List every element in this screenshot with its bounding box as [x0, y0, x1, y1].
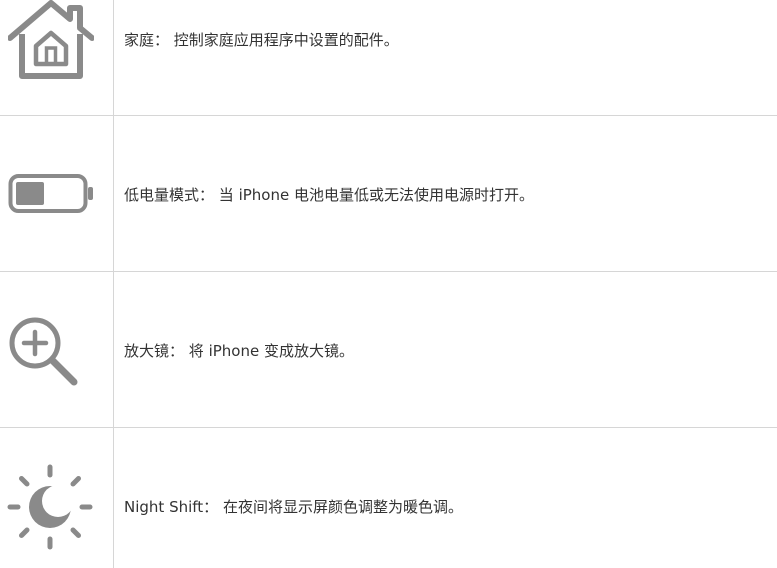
- magnifier-icon: [9, 317, 78, 386]
- term-label: 放大镜：: [124, 342, 185, 360]
- table-row-low-power: 低电量模式： 当 iPhone 电池电量低或无法使用电源时打开。: [0, 116, 777, 272]
- row-text: 放大镜： 将 iPhone 变成放大镜。: [124, 341, 354, 361]
- icon-cell: [0, 116, 113, 271]
- description-text: 在夜间将显示屏颜色调整为暖色调。: [222, 498, 463, 516]
- row-text: 低电量模式： 当 iPhone 电池电量低或无法使用电源时打开。: [124, 185, 534, 205]
- table-row-night-shift: Night Shift： 在夜间将显示屏颜色调整为暖色调。: [0, 428, 777, 568]
- row-text: 家庭： 控制家庭应用程序中设置的配件。: [124, 30, 399, 50]
- description-text: 将 iPhone 变成放大镜。: [188, 342, 354, 360]
- table-row-home: 家庭： 控制家庭应用程序中设置的配件。: [0, 0, 777, 116]
- description-text: 控制家庭应用程序中设置的配件。: [173, 31, 399, 49]
- term-label: 低电量模式：: [124, 186, 215, 204]
- icon-cell: [0, 428, 113, 568]
- night-shift-icon: [7, 464, 93, 550]
- low-battery-icon: [8, 174, 93, 213]
- row-text: Night Shift： 在夜间将显示屏颜色调整为暖色调。: [124, 497, 463, 517]
- table-row-magnifier: 放大镜： 将 iPhone 变成放大镜。: [0, 272, 777, 428]
- home-icon: [8, 0, 94, 79]
- icon-cell: [0, 272, 113, 427]
- description-text: 当 iPhone 电池电量低或无法使用电源时打开。: [218, 186, 534, 204]
- term-label: Night Shift：: [124, 498, 219, 516]
- feature-table: 家庭： 控制家庭应用程序中设置的配件。 低电量模式： 当 iPhone 电池电量…: [0, 0, 777, 568]
- icon-cell: [0, 0, 113, 115]
- term-label: 家庭：: [124, 31, 170, 49]
